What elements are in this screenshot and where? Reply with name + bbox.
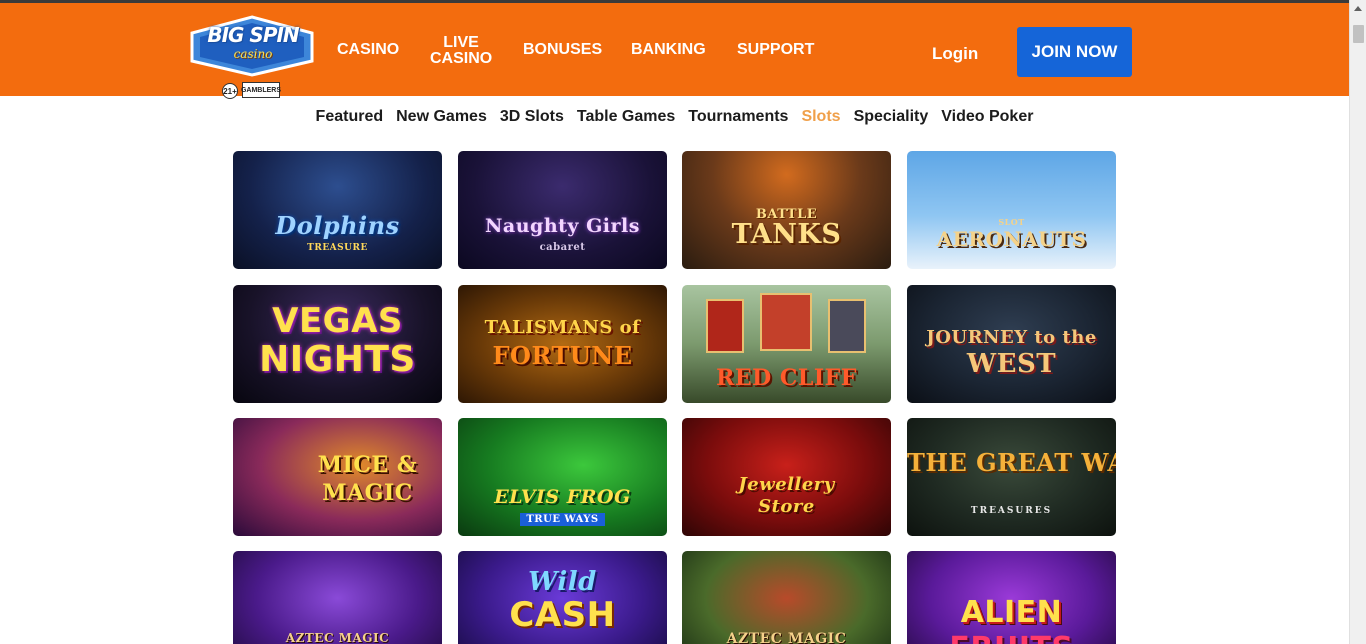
game-subtitle: FRUITS <box>907 631 1116 644</box>
age-restriction-icon: 21+ <box>222 83 238 99</box>
game-tile[interactable]: MICE & MAGIC <box>233 418 442 536</box>
game-subtitle: CASH <box>509 595 616 635</box>
game-title: MICE & <box>317 452 418 478</box>
game-tile[interactable]: AZTEC MAGIC <box>682 551 891 644</box>
game-tile[interactable]: SLOT AERONAUTS <box>907 151 1116 269</box>
game-tile[interactable]: AZTEC MAGIC <box>233 551 442 644</box>
tab-slots[interactable]: Slots <box>795 108 847 126</box>
nav-support[interactable]: SUPPORT <box>737 42 814 58</box>
join-now-button[interactable]: JOIN NOW <box>1017 27 1132 77</box>
logo-title: BIG SPIN <box>207 23 299 47</box>
game-tile[interactable]: RED CLIFF <box>682 285 891 403</box>
game-subtitle: RED CLIFF <box>716 365 857 391</box>
page: BIG SPIN casino 21+ GAMBLERS CASINO LIVE… <box>0 0 1366 644</box>
game-title: ELVIS FROG <box>494 486 631 508</box>
game-subtitle: AZTEC MAGIC <box>285 631 390 644</box>
tab-3d-slots[interactable]: 3D Slots <box>493 108 570 126</box>
page-scrollbar[interactable] <box>1349 0 1366 644</box>
game-subtitle: FORTUNE <box>492 341 633 370</box>
nav-casino[interactable]: CASINO <box>337 42 399 58</box>
game-card-image <box>828 299 866 353</box>
game-title: JOURNEY to the <box>926 327 1097 348</box>
tab-table-games[interactable]: Table Games <box>570 108 681 126</box>
nav-bonuses[interactable]: BONUSES <box>523 42 602 58</box>
game-subtitle: TREASURES <box>970 506 1053 516</box>
logo-subtitle: casino <box>233 47 273 61</box>
category-tabs: Featured New Games 3D Slots Table Games … <box>0 108 1349 126</box>
game-title: Wild <box>528 567 597 597</box>
tab-featured[interactable]: Featured <box>309 108 390 126</box>
game-subtitle: Store <box>758 496 815 517</box>
game-card-image <box>706 299 744 353</box>
game-tile[interactable]: THE GREAT WALL TREASURES <box>907 418 1116 536</box>
tab-video-poker[interactable]: Video Poker <box>935 108 1040 126</box>
game-tile[interactable]: ELVIS FROG TRUE WAYS <box>458 418 667 536</box>
header-bar: BIG SPIN casino 21+ GAMBLERS CASINO LIVE… <box>0 0 1349 99</box>
game-subtitle: TREASURE <box>307 243 368 253</box>
game-tile[interactable]: ALIEN FRUITS <box>907 551 1116 644</box>
nav-banking[interactable]: BANKING <box>631 42 706 58</box>
site-logo[interactable]: BIG SPIN casino 21+ GAMBLERS <box>188 11 318 99</box>
game-subtitle: TRUE WAYS <box>458 513 667 526</box>
tab-speciality[interactable]: Speciality <box>847 108 935 126</box>
game-title: THE GREAT WALL <box>907 448 1116 477</box>
game-title: Jewellery <box>738 474 835 495</box>
game-tile[interactable]: Jewellery Store <box>682 418 891 536</box>
game-title: SLOT <box>998 217 1025 227</box>
game-subtitle: WEST <box>966 349 1057 379</box>
game-title: Dolphins <box>275 211 400 240</box>
game-subtitle: cabaret <box>539 242 586 253</box>
nav-live-casino-line1: LIVE <box>443 34 479 51</box>
scroll-up-icon[interactable] <box>1354 6 1362 11</box>
game-tile[interactable]: JOURNEY to the WEST <box>907 285 1116 403</box>
game-tile[interactable]: VEGAS NIGHTS <box>233 285 442 403</box>
nav-live-casino[interactable]: LIVE CASINO <box>430 35 492 67</box>
game-subtitle: TANKS <box>731 219 842 250</box>
scroll-thumb[interactable] <box>1353 25 1364 43</box>
game-subtitle: AZTEC MAGIC <box>726 631 847 644</box>
game-tile[interactable]: TALISMANS of FORTUNE <box>458 285 667 403</box>
game-subtitle: NIGHTS <box>259 339 416 380</box>
nav-live-casino-line2: CASINO <box>430 50 493 67</box>
game-title: VEGAS <box>272 301 403 341</box>
game-title: ALIEN <box>960 595 1063 630</box>
game-title: TALISMANS of <box>484 317 641 338</box>
game-tile[interactable]: Naughty Girls cabaret <box>458 151 667 269</box>
game-subtitle: AERONAUTS <box>936 227 1087 251</box>
game-subtitle-badge: TRUE WAYS <box>520 513 605 526</box>
game-tile[interactable]: Wild CASH <box>458 551 667 644</box>
game-tile[interactable]: Dolphins TREASURE <box>233 151 442 269</box>
game-subtitle: MAGIC <box>322 480 413 506</box>
tab-new-games[interactable]: New Games <box>390 108 494 126</box>
game-title: Naughty Girls <box>485 215 640 237</box>
gamblers-anonymous-icon: GAMBLERS <box>241 82 281 98</box>
game-tile[interactable]: BATTLE TANKS <box>682 151 891 269</box>
login-link[interactable]: Login <box>932 44 978 64</box>
game-card-image <box>760 293 812 351</box>
tab-tournaments[interactable]: Tournaments <box>682 108 795 126</box>
